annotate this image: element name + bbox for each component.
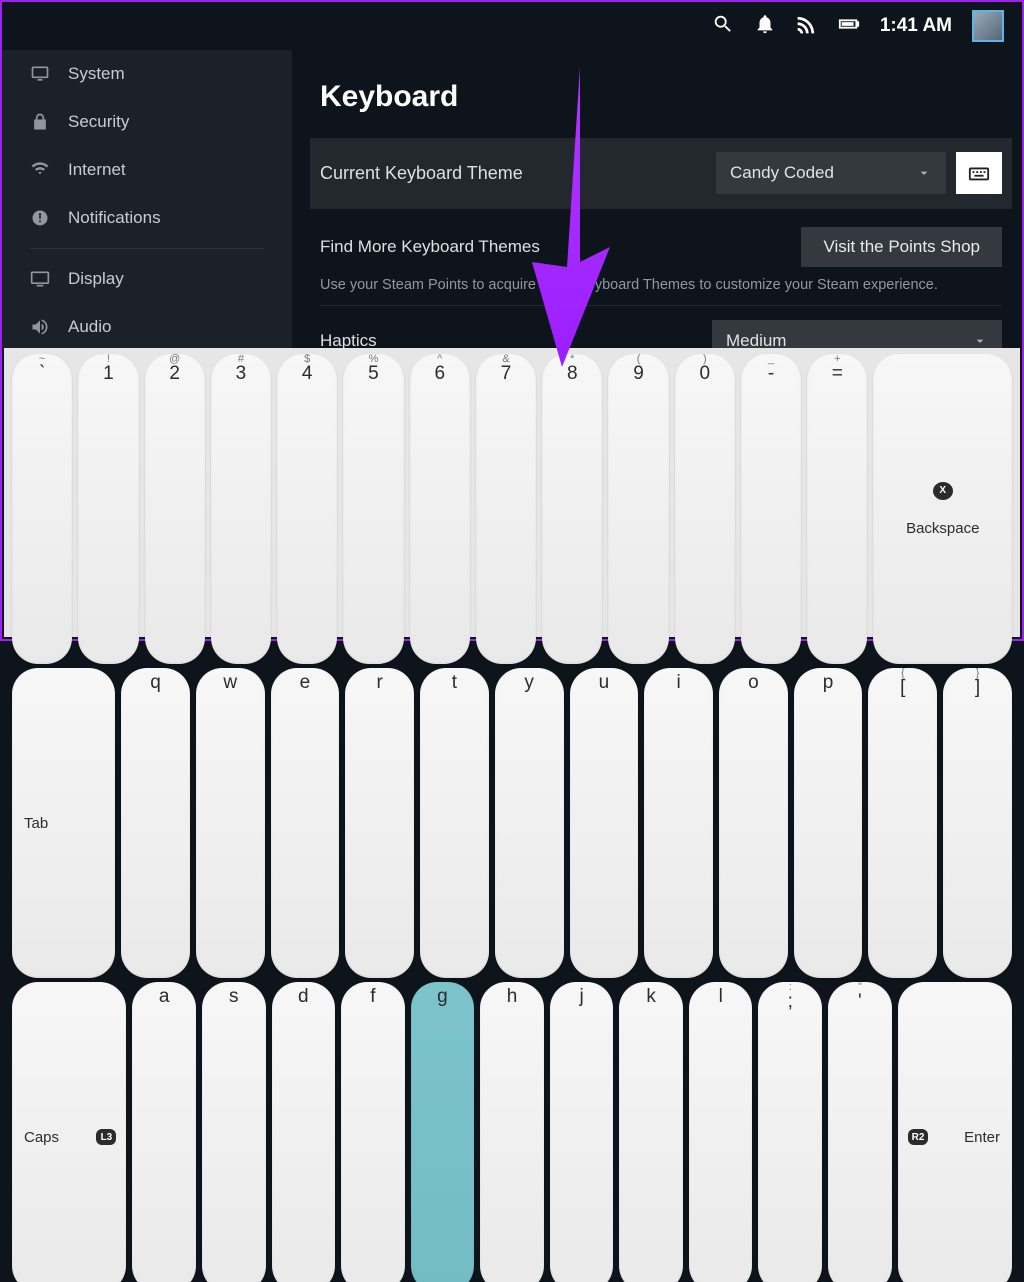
key-g[interactable]: g	[411, 982, 475, 1282]
key-enter[interactable]: R2Enter	[898, 982, 1012, 1282]
key-'[interactable]: "'	[828, 982, 892, 1282]
l3-pill: L3	[96, 1129, 116, 1145]
sidebar-item-label: Audio	[68, 317, 111, 337]
keyboard-icon	[968, 162, 990, 184]
key-i[interactable]: i	[644, 668, 713, 978]
sidebar-item-label: Security	[68, 112, 129, 132]
key-caps[interactable]: CapsL3	[12, 982, 126, 1282]
content: Keyboard Current Keyboard Theme Candy Co…	[292, 50, 1022, 350]
key-2[interactable]: @2	[145, 354, 205, 664]
key-tab[interactable]: Tab	[12, 668, 115, 978]
key-;[interactable]: :;	[758, 982, 822, 1282]
chevron-down-icon	[972, 333, 988, 349]
key-r[interactable]: r	[345, 668, 414, 978]
wifi-icon	[30, 160, 50, 180]
r2-pill: R2	[908, 1129, 929, 1145]
key-`[interactable]: ~`	[12, 354, 72, 664]
find-themes-subtext: Use your Steam Points to acquire more Ke…	[320, 269, 1002, 306]
sidebar-item-internet[interactable]: Internet	[30, 146, 292, 194]
key-y[interactable]: y	[495, 668, 564, 978]
x-pill: X	[933, 482, 953, 500]
sidebar-item-label: Internet	[68, 160, 126, 180]
bell-icon[interactable]	[754, 13, 776, 40]
system-icon	[30, 64, 50, 84]
sidebar-item-label: Display	[68, 269, 124, 289]
key-4[interactable]: $4	[277, 354, 337, 664]
search-icon[interactable]	[712, 13, 734, 40]
key-7[interactable]: &7	[476, 354, 536, 664]
sidebar-item-notifications[interactable]: Notifications	[30, 194, 292, 242]
key-6[interactable]: ^6	[410, 354, 470, 664]
key-[[interactable]: {[	[868, 668, 937, 978]
sidebar-item-audio[interactable]: Audio	[30, 303, 292, 351]
points-shop-button[interactable]: Visit the Points Shop	[801, 227, 1002, 267]
key--[interactable]: _-	[741, 354, 801, 664]
battery-icon	[838, 13, 860, 40]
key-o[interactable]: o	[719, 668, 788, 978]
find-themes-label: Find More Keyboard Themes	[320, 237, 540, 257]
sidebar-item-system[interactable]: System	[30, 50, 292, 98]
key-f[interactable]: f	[341, 982, 405, 1282]
lock-icon	[30, 112, 50, 132]
theme-row: Current Keyboard Theme Candy Coded	[310, 138, 1012, 209]
key-l[interactable]: l	[689, 982, 753, 1282]
onscreen-keyboard: ~`!1@2#3$4%5^6&7*8(9)0_-+=X Backspace Ta…	[4, 348, 1020, 637]
sidebar: System Security Internet Notifications D…	[2, 50, 292, 350]
chevron-down-icon	[916, 165, 932, 181]
sidebar-item-security[interactable]: Security	[30, 98, 292, 146]
find-themes-row: Find More Keyboard Themes Visit the Poin…	[320, 213, 1002, 269]
key-a[interactable]: a	[132, 982, 196, 1282]
key-8[interactable]: *8	[542, 354, 602, 664]
key-h[interactable]: h	[480, 982, 544, 1282]
theme-dropdown[interactable]: Candy Coded	[716, 152, 946, 194]
key-0[interactable]: )0	[675, 354, 735, 664]
key-=[interactable]: +=	[807, 354, 867, 664]
key-w[interactable]: w	[196, 668, 265, 978]
sidebar-item-label: Notifications	[68, 208, 161, 228]
key-k[interactable]: k	[619, 982, 683, 1282]
sidebar-divider	[30, 248, 264, 249]
key-t[interactable]: t	[420, 668, 489, 978]
key-e[interactable]: e	[271, 668, 340, 978]
key-j[interactable]: j	[550, 982, 614, 1282]
notifications-icon	[30, 208, 50, 228]
key-3[interactable]: #3	[211, 354, 271, 664]
key-q[interactable]: q	[121, 668, 190, 978]
key-5[interactable]: %5	[343, 354, 403, 664]
key-d[interactable]: d	[272, 982, 336, 1282]
theme-value: Candy Coded	[730, 163, 834, 183]
key-9[interactable]: (9	[608, 354, 668, 664]
key-s[interactable]: s	[202, 982, 266, 1282]
page-title: Keyboard	[320, 80, 1002, 114]
key-backspace[interactable]: X Backspace	[873, 354, 1012, 664]
key-1[interactable]: !1	[78, 354, 138, 664]
theme-label: Current Keyboard Theme	[320, 163, 523, 184]
clock-time: 1:41 AM	[880, 15, 952, 37]
key-u[interactable]: u	[570, 668, 639, 978]
key-p[interactable]: p	[794, 668, 863, 978]
key-][interactable]: }]	[943, 668, 1012, 978]
sidebar-item-label: System	[68, 64, 125, 84]
open-keyboard-button[interactable]	[956, 152, 1002, 194]
display-icon	[30, 269, 50, 289]
cast-icon[interactable]	[796, 13, 818, 40]
sidebar-item-display[interactable]: Display	[30, 255, 292, 303]
audio-icon	[30, 317, 50, 337]
avatar[interactable]	[972, 10, 1004, 42]
